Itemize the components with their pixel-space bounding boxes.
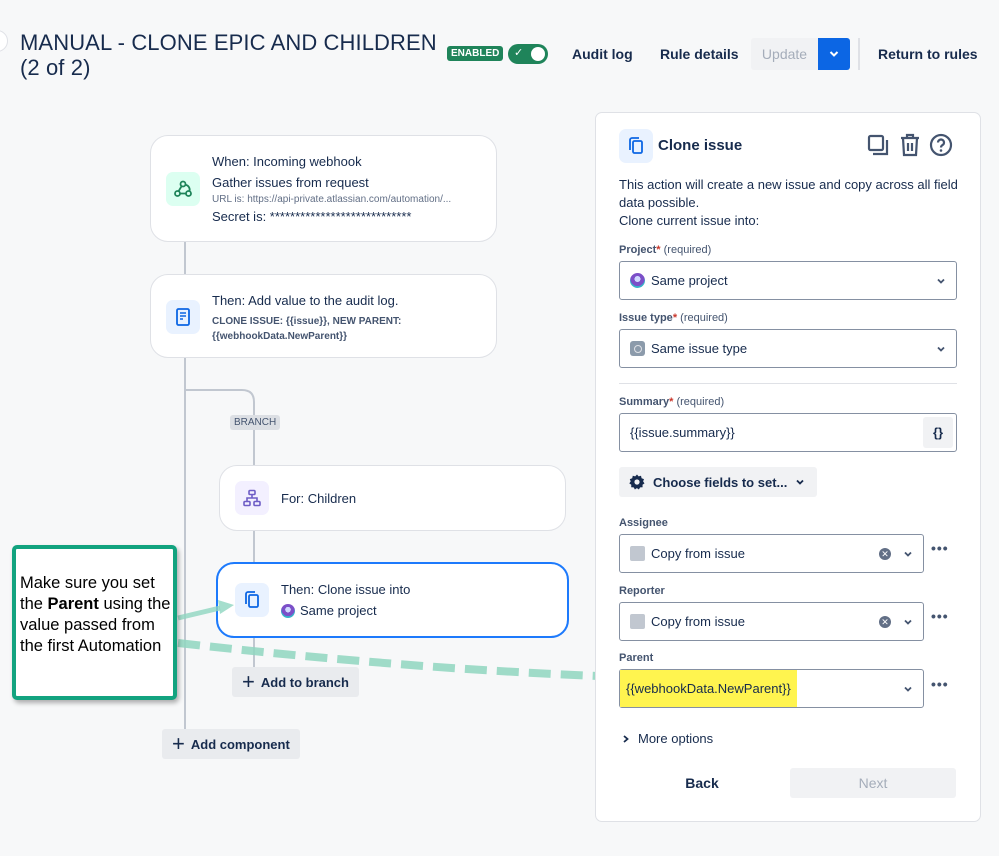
project-avatar-icon (281, 603, 295, 618)
assignee-more-icon[interactable]: ••• (931, 540, 949, 556)
hierarchy-icon (235, 481, 269, 515)
toggle-knob (531, 47, 545, 61)
audit-log-button[interactable]: Audit log (572, 46, 633, 62)
more-options-toggle[interactable]: More options (622, 731, 713, 746)
trash-icon[interactable] (899, 133, 921, 157)
panel-divider (619, 383, 957, 384)
parent-value-highlight: {{webhookData.NewParent}} (620, 670, 797, 707)
clear-icon[interactable]: ✕ (879, 615, 891, 628)
document-icon (166, 300, 200, 334)
branch-tag: BRANCH (230, 415, 281, 430)
status-badge: ENABLED (447, 46, 504, 61)
user-avatar-icon (630, 614, 645, 629)
check-icon: ✓ (514, 47, 524, 59)
update-dropdown-button[interactable] (818, 38, 850, 70)
parent-label: Parent (619, 652, 654, 664)
clone-title: Then: Clone issue into (281, 582, 411, 597)
page-title: MANUAL - CLONE EPIC AND CHILDREN (2 of 2… (20, 30, 437, 80)
flow-line-branch (253, 530, 255, 564)
back-button[interactable]: Back (619, 768, 785, 798)
panel-title: Clone issue (658, 137, 743, 154)
enable-toggle[interactable]: ✓ (508, 44, 548, 64)
audit-title: Then: Add value to the audit log. (212, 293, 399, 308)
issue-type-icon (630, 341, 645, 356)
branch-title: For: Children (281, 491, 357, 506)
smart-value-button[interactable]: {} (923, 417, 953, 448)
chevron-down-icon (937, 346, 945, 352)
chevron-right-icon (623, 734, 629, 743)
chevron-down-icon (904, 551, 912, 557)
audit-value: CLONE ISSUE: {{issue}}, NEW PARENT: {{we… (212, 316, 402, 342)
annotation-callout: Make sure you set the Parent using the v… (12, 545, 177, 700)
reporter-select[interactable]: Copy from issue ✕ (619, 602, 924, 641)
parent-more-icon[interactable]: ••• (931, 676, 949, 692)
plus-icon: + (242, 669, 255, 694)
trigger-card[interactable]: When: Incoming webhook Gather issues fro… (150, 135, 497, 242)
summary-label: Summary* (required) (619, 396, 725, 408)
user-avatar-icon (630, 546, 645, 561)
summary-input[interactable]: {{issue.summary}} {} (619, 413, 957, 452)
trigger-url: URL is: https://api-private.atlassian.co… (212, 194, 452, 205)
add-component-button[interactable]: + Add component (162, 729, 300, 759)
audit-log-card[interactable]: Then: Add value to the audit log. CLONE … (150, 274, 497, 358)
project-avatar-icon (630, 273, 645, 288)
chevron-down-icon (904, 619, 912, 625)
back-circle[interactable] (0, 30, 8, 52)
issue-type-label: Issue type* (required) (619, 312, 728, 324)
trigger-subtitle: Gather issues from request (212, 175, 369, 190)
duplicate-icon[interactable] (867, 134, 889, 156)
clone-project: Same project (300, 603, 377, 618)
rule-details-button[interactable]: Rule details (660, 46, 739, 62)
copy-icon (235, 583, 269, 617)
webhook-icon (166, 172, 200, 206)
parent-select[interactable]: {{webhookData.NewParent}} (619, 669, 924, 708)
update-button[interactable]: Update (751, 38, 818, 70)
chevron-down-icon (796, 479, 804, 485)
help-icon[interactable] (929, 133, 953, 157)
add-to-branch-button[interactable]: + Add to branch (232, 667, 359, 697)
chevron-down-icon (904, 686, 912, 692)
trigger-secret: Secret is: **************************** (212, 209, 412, 224)
choose-fields-button[interactable]: Choose fields to set... (619, 467, 818, 497)
assignee-label: Assignee (619, 517, 668, 529)
plus-icon: + (172, 731, 185, 756)
assignee-select[interactable]: Copy from issue ✕ (619, 534, 924, 573)
issue-type-select[interactable]: Same issue type (619, 329, 957, 368)
reporter-more-icon[interactable]: ••• (931, 608, 949, 624)
chevron-down-icon (829, 51, 839, 57)
return-to-rules-button[interactable]: Return to rules (878, 46, 978, 62)
clear-icon[interactable]: ✕ (879, 547, 891, 560)
panel-description: This action will create a new issue and … (619, 177, 958, 228)
next-button[interactable]: Next (790, 768, 956, 798)
copy-icon (619, 129, 653, 163)
gear-icon (629, 474, 645, 490)
flow-line-branch-end (253, 636, 255, 668)
chevron-down-icon (937, 278, 945, 284)
project-label: Project* (required) (619, 244, 712, 256)
project-select[interactable]: Same project (619, 261, 957, 300)
reporter-label: Reporter (619, 585, 665, 597)
trigger-title: When: Incoming webhook (212, 154, 362, 169)
header-divider (858, 38, 860, 70)
clone-issue-card[interactable]: Then: Clone issue into Same project (216, 562, 569, 638)
branch-card[interactable]: For: Children (219, 465, 566, 531)
